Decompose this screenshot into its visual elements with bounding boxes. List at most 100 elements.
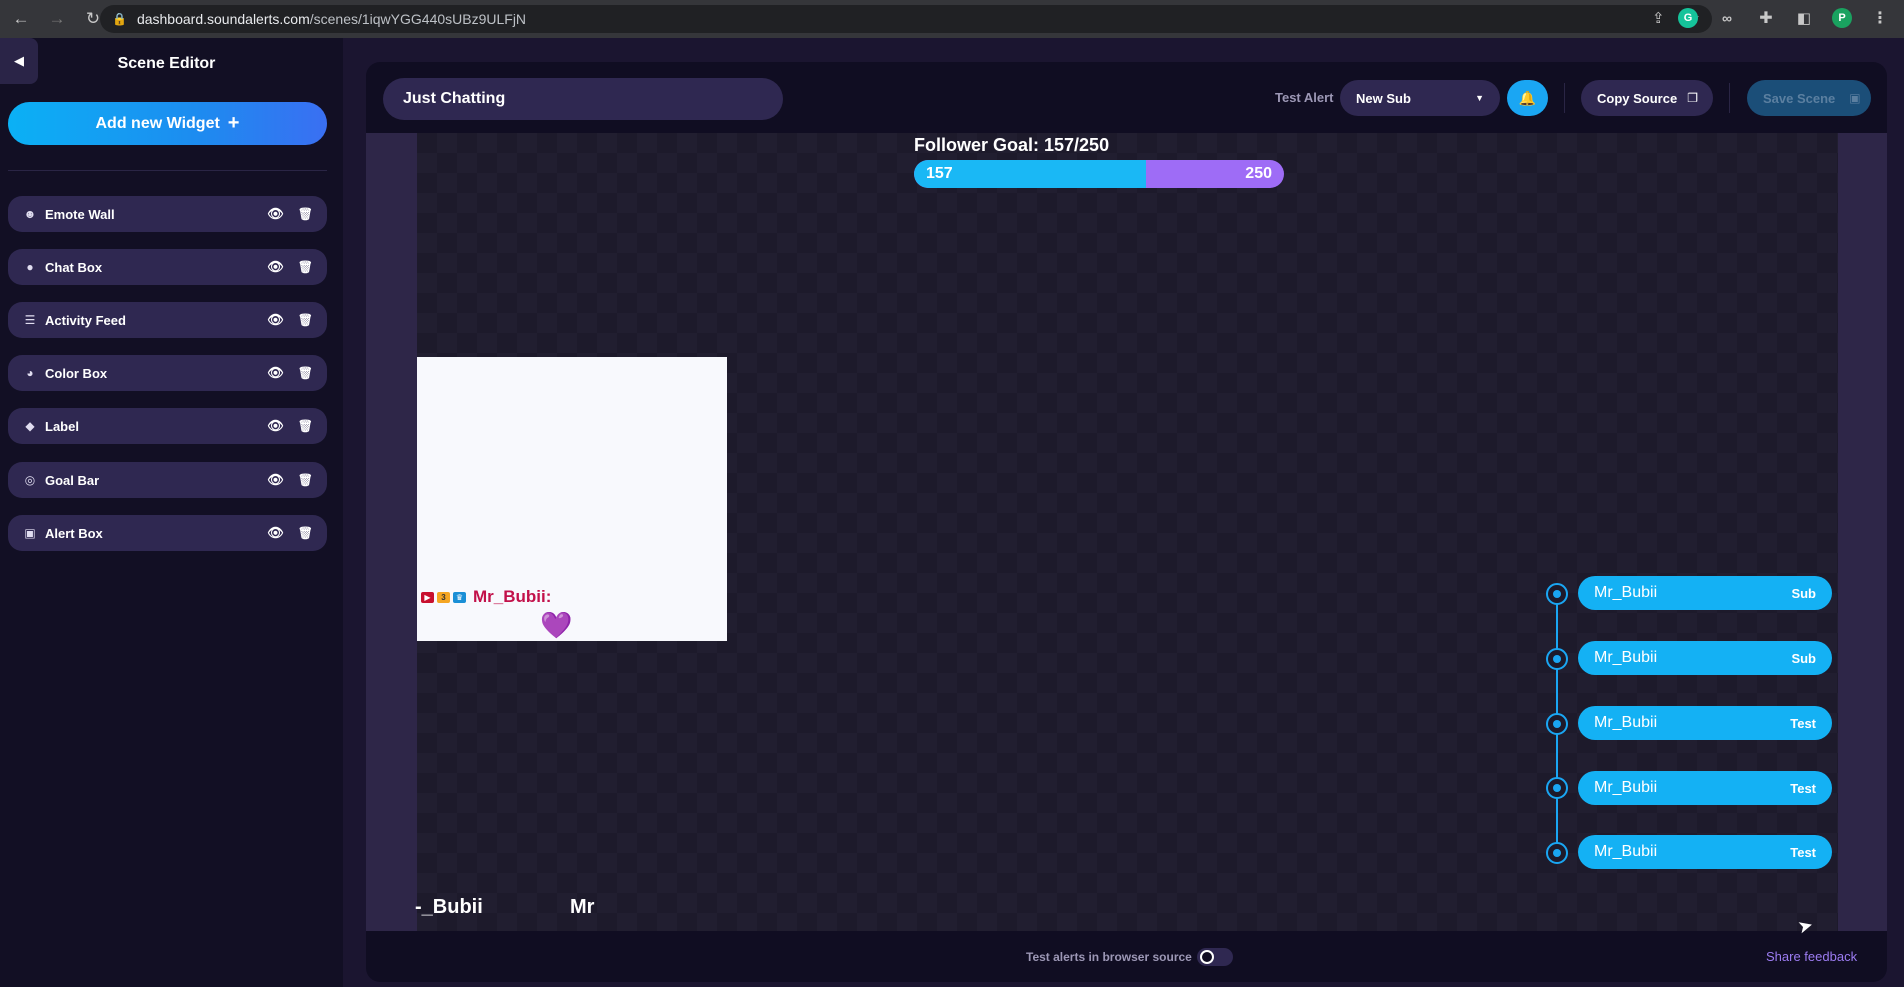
scene-name-field[interactable]: Just Chatting: [383, 78, 783, 120]
trash-icon[interactable]: 🗑: [298, 366, 313, 380]
extensions-puzzle-icon[interactable]: ✚: [1756, 8, 1776, 28]
alert-select-value: New Sub: [1356, 90, 1411, 106]
url-path: /scenes/1iqwYGG440sUBz9ULFjN: [309, 11, 527, 27]
share-icon[interactable]: ⇪: [1652, 9, 1665, 27]
widget-label: Color Box: [45, 365, 108, 381]
feed-event-type: Test: [1790, 780, 1816, 796]
test-alert-bell-button[interactable]: 🔔: [1507, 80, 1548, 116]
sidebar-title: Scene Editor: [117, 55, 216, 72]
add-widget-button[interactable]: Add new Widget +: [8, 102, 327, 145]
timeline-dot-icon: [1546, 648, 1568, 670]
goal-current-value: 157: [926, 165, 953, 182]
activity-feed-item[interactable]: Mr_Bubii Test: [1578, 835, 1832, 869]
feed-username: Mr_Bubii: [1594, 584, 1658, 601]
label-ticker-text[interactable]: Mr: [570, 896, 594, 919]
browser-toolbar: ← → ↻ 🔒 dashboard.soundalerts.com/scenes…: [0, 0, 1904, 38]
feed-event-type: Test: [1790, 715, 1816, 731]
trash-icon[interactable]: 🗑: [298, 526, 313, 540]
toolbar-divider: [1729, 83, 1730, 113]
eye-icon[interactable]: 👁: [267, 312, 284, 328]
feed-username: Mr_Bubii: [1594, 714, 1658, 731]
widget-label: Goal Bar: [45, 472, 100, 488]
widget-item-activity-feed[interactable]: ☰ Activity Feed 👁 🗑: [8, 302, 327, 338]
chat-message: ▶ 3 ♛ Mr_Bubii:: [421, 587, 551, 607]
eye-icon[interactable]: 👁: [267, 525, 284, 541]
forward-arrow-icon[interactable]: →: [42, 4, 72, 34]
back-arrow-icon[interactable]: ←: [6, 4, 36, 34]
sidebar: ◀ Scene Editor Add new Widget + ☻ Emote …: [0, 38, 343, 987]
sub-badge-icon: 3: [437, 591, 450, 603]
timeline-dot-icon: [1546, 777, 1568, 799]
alert-type-select[interactable]: New Sub ▼: [1340, 80, 1500, 116]
save-scene-label: Save Scene: [1763, 90, 1836, 106]
trash-icon[interactable]: 🗑: [298, 260, 313, 274]
widget-item-alert-box[interactable]: ▣ Alert Box 👁 🗑: [8, 515, 327, 551]
prime-crown-icon: ♛: [453, 591, 466, 603]
feed-event-type: Sub: [1791, 650, 1816, 666]
test-alert-label: Test Alert: [1275, 90, 1334, 105]
bell-icon: 🔔: [1518, 89, 1537, 106]
caret-down-icon: ▼: [1475, 93, 1484, 103]
browser-menu-icon[interactable]: ⋮: [1870, 8, 1890, 28]
save-scene-button[interactable]: Save Scene ▣: [1747, 80, 1871, 116]
broadcaster-badge-icon: ▶: [421, 591, 434, 603]
goal-bar[interactable]: 157 250: [914, 160, 1284, 188]
image-icon: ▣: [24, 526, 36, 540]
label-ticker-text[interactable]: -_Bubii: [415, 896, 483, 919]
purple-heart-icon: 💜: [540, 610, 573, 640]
target-icon: ◎: [24, 473, 36, 487]
copy-icon: ❐: [1687, 91, 1698, 105]
activity-feed-item[interactable]: Mr_Bubii Sub: [1578, 576, 1832, 610]
feed-username: Mr_Bubii: [1594, 649, 1658, 666]
timeline-dot-icon: [1546, 842, 1568, 864]
feed-event-type: Test: [1790, 844, 1816, 860]
address-bar[interactable]: 🔒 dashboard.soundalerts.com/scenes/1iqwY…: [100, 5, 1712, 33]
trash-icon[interactable]: 🗑: [298, 473, 313, 487]
widget-item-color-box[interactable]: ◕ Color Box 👁 🗑: [8, 355, 327, 391]
toggle-knob: [1200, 950, 1214, 964]
eye-icon[interactable]: 👁: [267, 472, 284, 488]
widget-item-emote-wall[interactable]: ☻ Emote Wall 👁 🗑: [8, 196, 327, 232]
widget-item-label[interactable]: ◆ Label 👁 🗑: [8, 408, 327, 444]
grammarly-extension-icon[interactable]: G: [1678, 8, 1698, 28]
trash-icon[interactable]: 🗑: [298, 207, 313, 221]
copy-source-label: Copy Source: [1597, 90, 1678, 106]
add-widget-label: Add new Widget: [95, 114, 220, 132]
tag-icon: ◆: [25, 419, 35, 433]
url-host: dashboard.soundalerts.com: [136, 11, 310, 27]
widget-label: Emote Wall: [45, 206, 115, 222]
timeline-dot-icon: [1546, 713, 1568, 735]
eye-icon[interactable]: 👁: [267, 418, 284, 434]
test-in-browser-toggle[interactable]: [1197, 948, 1233, 966]
copy-source-button[interactable]: Copy Source ❐: [1581, 80, 1713, 116]
trash-icon[interactable]: 🗑: [298, 313, 313, 327]
test-in-browser-label: Test alerts in browser source: [1026, 950, 1192, 964]
sidebar-divider: [8, 170, 327, 171]
emote-icon: ☻: [23, 207, 37, 221]
chat-bubble-icon: ●: [26, 260, 34, 274]
profile-avatar[interactable]: P: [1832, 8, 1852, 28]
activity-feed-item[interactable]: Mr_Bubii Test: [1578, 706, 1832, 740]
activity-feed-item[interactable]: Mr_Bubii Test: [1578, 771, 1832, 805]
goal-bar-title[interactable]: Follower Goal: 157/250: [914, 135, 1109, 156]
activity-feed-item[interactable]: Mr_Bubii Sub: [1578, 641, 1832, 675]
widget-label: Label: [45, 418, 79, 434]
widget-item-goal-bar[interactable]: ◎ Goal Bar 👁 🗑: [8, 462, 327, 498]
glasses-extension-icon[interactable]: ∞: [1716, 8, 1738, 28]
eye-icon[interactable]: 👁: [267, 259, 284, 275]
widget-label: Activity Feed: [45, 312, 126, 328]
eye-icon[interactable]: 👁: [267, 206, 284, 222]
widget-item-chat-box[interactable]: ● Chat Box 👁 🗑: [8, 249, 327, 285]
eye-icon[interactable]: 👁: [267, 365, 284, 381]
list-icon: ☰: [24, 313, 36, 327]
lock-icon: 🔒: [112, 12, 127, 26]
chat-username: Mr_Bubii:: [473, 587, 552, 606]
trash-icon[interactable]: 🗑: [298, 419, 313, 433]
goal-target-value: 250: [1245, 165, 1272, 182]
side-panel-icon[interactable]: ◧: [1794, 8, 1814, 28]
share-feedback-link[interactable]: Share feedback: [1766, 949, 1857, 964]
plus-icon: +: [227, 112, 240, 134]
timeline-dot-icon: [1546, 583, 1568, 605]
widget-label: Chat Box: [45, 259, 103, 275]
feed-event-type: Sub: [1791, 585, 1816, 601]
